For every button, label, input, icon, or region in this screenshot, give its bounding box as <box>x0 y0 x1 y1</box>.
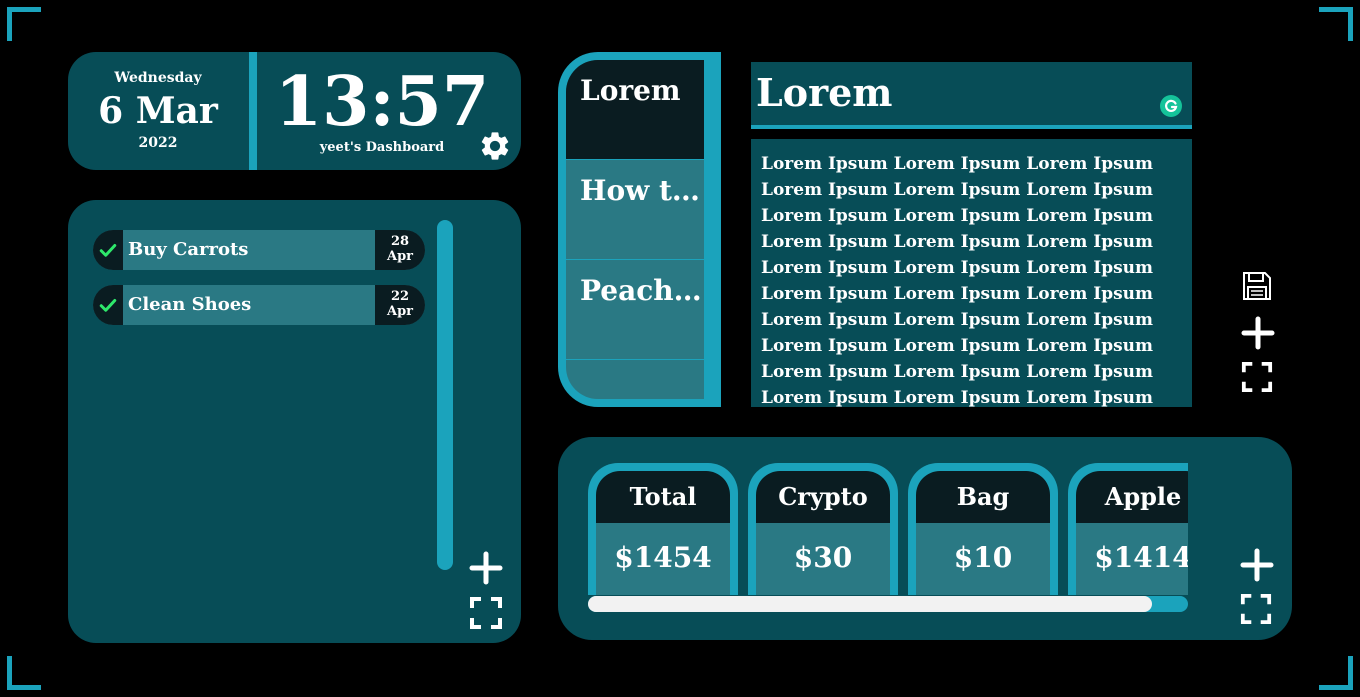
todo-item[interactable]: Buy Carrots 28 Apr <box>93 230 425 270</box>
note-body-line: Lorem Ipsum Lorem Ipsum Lorem Ipsum <box>761 154 1154 174</box>
todo-item[interactable]: Clean Shoes 22 Apr <box>93 285 425 325</box>
finance-tile-name: Apple <box>1076 471 1188 523</box>
todo-due-month: Apr <box>386 304 414 319</box>
time-display: 13:57 <box>274 62 490 142</box>
finance-tile-apple[interactable]: Apple $1414 <box>1068 463 1188 595</box>
finance-tile-crypto[interactable]: Crypto $30 <box>748 463 898 595</box>
todo-due-day: 22 <box>390 289 410 304</box>
note-body-line: Lorem Ipsum Lorem Ipsum Lorem Ipsum <box>761 180 1154 200</box>
note-body-line: Lorem Ipsum Lorem Ipsum Lorem Ipsum <box>761 284 1154 304</box>
note-body-line: Lorem Ipsum Lorem Ipsum Lorem Ipsum <box>761 388 1154 407</box>
note-body-line: Lorem Ipsum Lorem Ipsum Lorem Ipsum <box>761 232 1154 252</box>
finance-scrollbar-track[interactable] <box>588 596 1188 612</box>
clock-widget: Wednesday 6 Mar 2022 13:57 yeet's Dashbo… <box>68 52 521 170</box>
todo-due-month: Apr <box>386 249 414 264</box>
todo-widget: Buy Carrots 28 Apr Clean Shoes 22 Apr <box>68 200 521 643</box>
finance-scrollbar-thumb[interactable] <box>588 596 1152 612</box>
todo-label: Clean Shoes <box>128 294 252 315</box>
todo-checkbox[interactable] <box>93 230 123 270</box>
note-tab-how-to[interactable]: How to ... <box>566 160 704 260</box>
note-body-line: Lorem Ipsum Lorem Ipsum Lorem Ipsum <box>761 310 1154 330</box>
year-label: 2022 <box>138 135 178 151</box>
corner-bracket-top-left <box>7 7 41 41</box>
add-note-plus-icon[interactable] <box>1241 316 1275 350</box>
fullscreen-icon[interactable] <box>1240 593 1272 625</box>
finance-widget: Total $1454 Crypto $30 Bag $10 Apple $14… <box>558 437 1292 640</box>
fullscreen-icon[interactable] <box>1241 361 1273 393</box>
notes-tab-list: Lorem How to ... Peach ... <box>558 52 721 407</box>
note-title-field[interactable]: Lorem <box>751 62 1192 129</box>
finance-tile-value: $1414 <box>1076 523 1188 595</box>
todo-checkbox[interactable] <box>93 285 123 325</box>
note-body-editor[interactable]: Lorem Ipsum Lorem Ipsum Lorem Ipsum Lore… <box>751 139 1192 407</box>
finance-tile-value: $10 <box>916 523 1050 595</box>
finance-tile-name: Bag <box>916 471 1050 523</box>
check-icon <box>99 244 117 257</box>
check-icon <box>99 299 117 312</box>
note-body-line: Lorem Ipsum Lorem Ipsum Lorem Ipsum <box>761 362 1154 382</box>
finance-tile-value: $30 <box>756 523 890 595</box>
note-tab-peach[interactable]: Peach ... <box>566 260 704 360</box>
save-icon[interactable] <box>1241 270 1273 302</box>
dashboard-label: yeet's Dashboard <box>319 140 445 155</box>
finance-tile-name: Total <box>596 471 730 523</box>
note-tab-lorem[interactable]: Lorem <box>566 60 704 160</box>
todo-due-date: 28 Apr <box>375 230 425 270</box>
todo-due-date: 22 Apr <box>375 285 425 325</box>
gear-icon[interactable] <box>478 129 512 163</box>
corner-bracket-bottom-left <box>7 656 41 690</box>
todo-scrollbar[interactable] <box>437 220 453 570</box>
clock-divider <box>249 52 257 170</box>
date-display: Wednesday 6 Mar 2022 <box>68 52 248 170</box>
finance-tile-name: Crypto <box>756 471 890 523</box>
note-body-line: Lorem Ipsum Lorem Ipsum Lorem Ipsum <box>761 258 1154 278</box>
note-title: Lorem <box>756 70 893 115</box>
fullscreen-icon[interactable] <box>469 596 503 630</box>
corner-bracket-top-right <box>1319 7 1353 41</box>
add-finance-plus-icon[interactable] <box>1240 548 1274 582</box>
grammarly-icon[interactable] <box>1159 94 1183 118</box>
finance-tile-total[interactable]: Total $1454 <box>588 463 738 595</box>
finance-tiles-scroll[interactable]: Total $1454 Crypto $30 Bag $10 Apple $14… <box>588 463 1188 595</box>
note-body-line: Lorem Ipsum Lorem Ipsum Lorem Ipsum <box>761 206 1154 226</box>
note-tab-empty[interactable] <box>566 360 704 399</box>
corner-bracket-bottom-right <box>1319 656 1353 690</box>
weekday-label: Wednesday <box>114 70 202 86</box>
finance-tile-value: $1454 <box>596 523 730 595</box>
note-body-line: Lorem Ipsum Lorem Ipsum Lorem Ipsum <box>761 336 1154 356</box>
add-todo-plus-icon[interactable] <box>469 551 503 585</box>
day-month-label: 6 Mar <box>98 90 218 132</box>
finance-tile-bag[interactable]: Bag $10 <box>908 463 1058 595</box>
todo-label: Buy Carrots <box>128 239 249 260</box>
notes-tab-list-inner: Lorem How to ... Peach ... <box>566 60 704 399</box>
todo-due-day: 28 <box>390 234 410 249</box>
